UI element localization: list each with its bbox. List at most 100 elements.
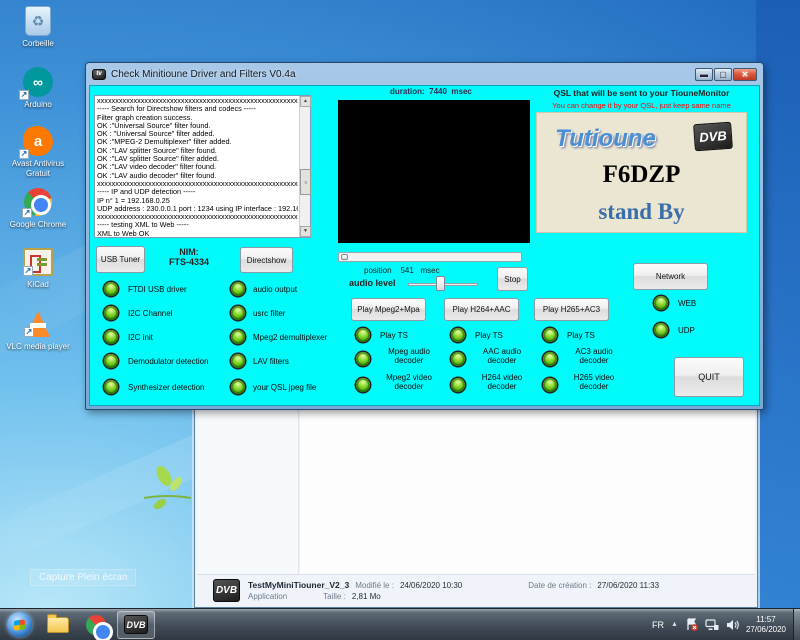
screen-capture-watermark: Capture Plein écran (30, 569, 136, 586)
nim-label: NIM:FTS-4334 (148, 247, 230, 267)
directshow-button[interactable]: Directshow (240, 247, 293, 273)
web-led (654, 296, 668, 310)
desktop-icon-arduino[interactable]: ∞↗ Arduino (2, 66, 74, 110)
position-slider-thumb[interactable] (341, 254, 348, 260)
mpeg2-demultiplexer-led (231, 330, 245, 344)
action-center-flag-icon[interactable] (685, 618, 698, 631)
app-title: Check Minitioune Driver and Filters V0.4… (111, 69, 296, 80)
log-output[interactable]: xxxxxxxxxxxxxxxxxxxxxxxxxxxxxxxxxxxxxxxx… (94, 95, 311, 238)
play-mpeg2-button[interactable]: Play Mpeg2+Mpa (351, 298, 426, 321)
stop-button[interactable]: Stop (497, 267, 528, 291)
mpeg2-video-decoder-led (356, 378, 370, 392)
language-indicator[interactable]: FR (652, 620, 664, 630)
app-window: tv Check Minitioune Driver and Filters V… (85, 62, 764, 410)
taskbar-item-explorer[interactable] (41, 612, 75, 638)
modified-value: 24/06/2020 10:30 (400, 581, 462, 590)
desktop-icon-label: Google Chrome (2, 220, 74, 230)
play-ts-led (543, 328, 557, 342)
arduino-icon: ∞↗ (23, 67, 53, 97)
desktop-icon-recycle-bin[interactable]: ♻ Corbeille (2, 5, 74, 49)
log-scrollbar[interactable]: ▲ ≡ ▼ (299, 96, 310, 237)
scroll-up-icon[interactable]: ▲ (300, 96, 311, 107)
h265-video-decoder-led (543, 378, 557, 392)
start-button[interactable] (7, 612, 32, 637)
led-label: audio output (253, 285, 297, 294)
quit-button[interactable]: QUIT (674, 357, 744, 397)
i2c-channel-led (104, 306, 118, 320)
vlc-icon: ↗ (26, 311, 50, 337)
led-label: H264 video decoder (471, 373, 533, 391)
app-window-icon: tv (92, 69, 106, 80)
mpeg-audio-decoder-led (356, 352, 370, 366)
position-text: position 541 msec (364, 266, 440, 275)
audio-level-slider-thumb[interactable] (436, 276, 445, 291)
windows-flag-icon (14, 619, 25, 630)
file-type: Application (248, 592, 287, 601)
led-label: FTDI USB driver (128, 285, 187, 294)
led-label: I2C init (128, 333, 153, 342)
led-label: LAV filters (253, 357, 289, 366)
desktop-icon-kicad[interactable]: ↗ KiCad (2, 246, 74, 290)
taskbar-item-chrome[interactable] (79, 612, 113, 638)
usb-tuner-button[interactable]: USB Tuner (96, 246, 145, 273)
file-name: TestMyMiniTiouner_V2_3 (248, 580, 349, 590)
scroll-down-icon[interactable]: ▼ (300, 226, 311, 237)
desktop-icon-label: Corbeille (2, 39, 74, 49)
size-label: Taille : (323, 592, 346, 601)
clock-date: 27/06/2020 (746, 625, 786, 635)
play-ts-led (356, 328, 370, 342)
audio-output-led (231, 282, 245, 296)
lav-filters-led (231, 354, 245, 368)
qsl-card-image: Tutioune DVB F6DZP stand By (536, 112, 747, 233)
usrc-filter-led (231, 306, 245, 320)
udp-label: UDP (678, 326, 695, 335)
tray-expand-icon[interactable]: ▲ (671, 621, 678, 628)
led-label: Play TS (380, 331, 408, 340)
app-client-area: xxxxxxxxxxxxxxxxxxxxxxxxxxxxxxxxxxxxxxxx… (89, 85, 760, 406)
i2c-init-led (104, 330, 118, 344)
led-label: Mpeg audio decoder (378, 347, 440, 365)
clock-time: 11:57 (746, 615, 786, 625)
play-h264-button[interactable]: Play H264+AAC (444, 298, 519, 321)
taskbar: DVB FR ▲ 11:57 27/06/2020 (0, 608, 800, 640)
qsl-status-text: stand By (537, 199, 746, 225)
position-slider[interactable] (338, 252, 522, 262)
desktop-icon-chrome[interactable]: ↗ Google Chrome (2, 186, 74, 230)
play-ts-led (451, 328, 465, 342)
desktop-icon-label: VLC media player (2, 342, 74, 352)
taskbar-item-minitioune-active[interactable]: DVB (117, 611, 155, 639)
created-value: 27/06/2020 11:33 (597, 581, 659, 590)
explorer-details-pane: DVB TestMyMiniTiouner_V2_3 Modifié le : … (197, 574, 755, 605)
app-titlebar[interactable]: tv Check Minitioune Driver and Filters V… (86, 63, 763, 85)
qsl-dvb-logo-icon: DVB (693, 122, 733, 152)
volume-tray-icon[interactable] (726, 619, 739, 631)
kicad-icon: ↗ (23, 248, 53, 276)
led-label: AC3 audio decoder (563, 347, 625, 365)
play-h265-button[interactable]: Play H265+AC3 (534, 298, 609, 321)
maximize-button[interactable]: ▢ (714, 68, 732, 81)
network-button[interactable]: Network (633, 263, 708, 290)
avast-icon: a↗ (23, 126, 53, 156)
udp-led (654, 323, 668, 337)
network-tray-icon[interactable] (705, 619, 719, 631)
led-label: AAC audio decoder (471, 347, 533, 365)
demodulator-detection-led (104, 354, 118, 368)
led-label: Synthesizer detection (128, 383, 205, 392)
dvb-file-icon: DVB (213, 579, 240, 602)
tray-clock[interactable]: 11:57 27/06/2020 (746, 615, 786, 635)
led-label: usrc filter (253, 309, 285, 318)
desktop: ♻ Corbeille ∞↗ Arduino a↗ Avast Antiviru… (0, 0, 800, 640)
close-button[interactable]: ✕ (733, 68, 757, 81)
desktop-icon-vlc[interactable]: ↗ VLC media player (2, 308, 74, 352)
shortcut-arrow-icon: ↗ (24, 327, 34, 337)
minimize-button[interactable]: ▬ (695, 68, 713, 81)
modified-label: Modifié le : (355, 581, 394, 590)
folder-icon (47, 617, 69, 633)
desktop-icon-avast[interactable]: a↗ Avast Antivirus Gratuit (2, 125, 74, 178)
show-desktop-button[interactable] (793, 609, 800, 640)
led-label: your QSL jpeg file (253, 383, 316, 392)
desktop-icon-label: KiCad (2, 280, 74, 290)
scrollbar-thumb[interactable]: ≡ (300, 169, 311, 195)
qsl-jpeg-file-led (231, 380, 245, 394)
shortcut-arrow-icon: ↗ (19, 149, 29, 159)
